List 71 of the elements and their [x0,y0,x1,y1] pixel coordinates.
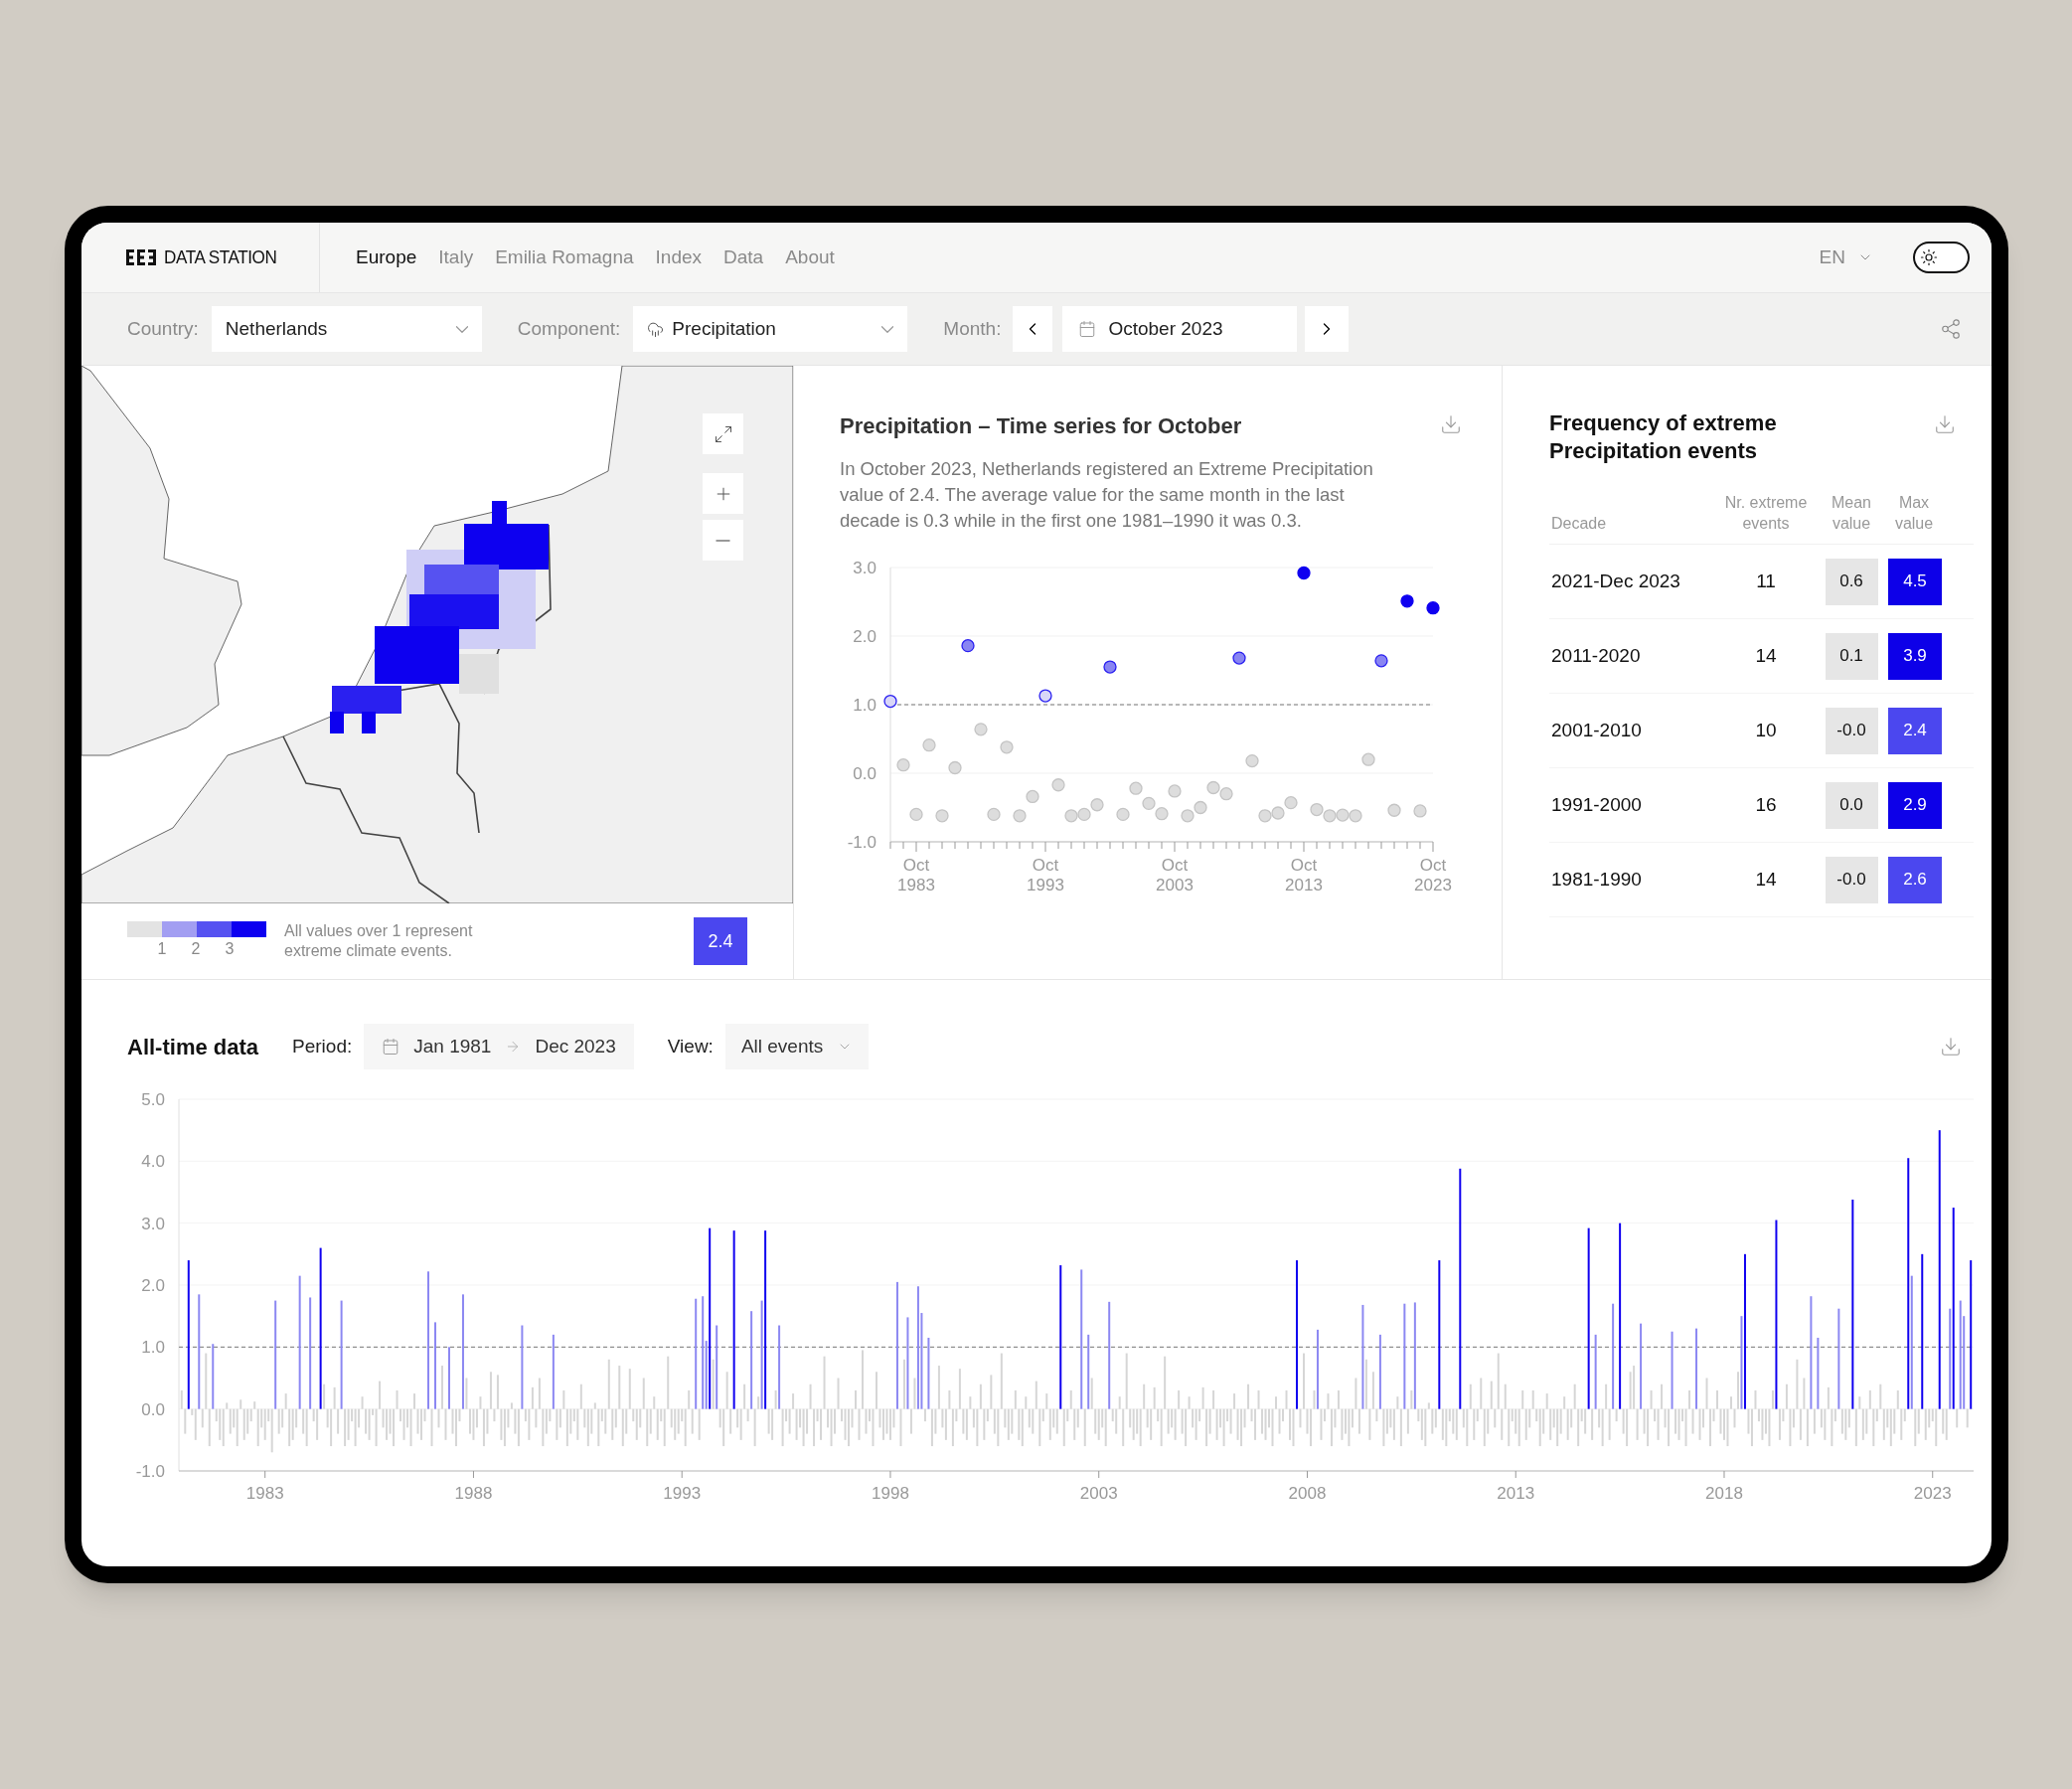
max-value-cell: 2.4 [1888,707,1942,754]
legend-scale-label: 3 [224,939,236,959]
legend-scale-label: 1 [156,939,168,959]
legend-note: All values over 1 represent extreme climate events. [284,921,474,961]
value-badge: 2.4 [694,917,747,965]
x-tick-label: 1993 [663,1484,702,1503]
x-tick-label: 2023 [1913,1484,1952,1503]
table-cell-text: 14 [1754,643,1778,668]
column-header: Nr. extreme events [1723,493,1809,534]
y-tick-label: 3.0 [141,1214,165,1233]
x-tick-label: 2003 [1079,1484,1118,1503]
max-value-cell: 3.9 [1888,632,1942,680]
component-select[interactable]: Precipitation [633,306,908,352]
y-tick-label: -1.0 [135,1462,165,1481]
table-cell-text: 1981-1990 [1550,867,1643,892]
nav-link[interactable]: Europe [356,243,417,272]
x-tick-label: Oct 2003 [1155,856,1195,895]
table-cell-text: 2011-2020 [1550,643,1642,668]
x-tick-label: 2013 [1497,1484,1535,1503]
y-tick-label: 1.0 [853,696,877,715]
x-tick-label: 1983 [245,1484,284,1503]
x-tick-label: Oct 2013 [1284,856,1324,895]
table-title: Frequency of extreme Precipitation events [1549,409,1778,465]
mean-value-cell: -0.0 [1825,856,1878,903]
table-cell-text: 2021-Dec 2023 [1550,569,1681,593]
component-label: Component: [517,316,621,341]
view-select[interactable]: All events [724,1024,870,1069]
column-header: Max value [1893,493,1935,534]
y-tick-label: 2.0 [853,627,877,646]
x-tick-label: 1988 [454,1484,493,1503]
country-select[interactable]: Netherlands [211,306,482,352]
country-label: Country: [127,316,199,341]
mean-value-cell: 0.1 [1825,632,1878,680]
y-tick-label: 3.0 [853,559,877,577]
max-value-cell: 2.6 [1888,856,1942,903]
y-tick-label: 2.0 [141,1276,165,1295]
x-tick-label: 2018 [1705,1484,1743,1503]
table-cell-text: 1991-2000 [1550,792,1643,817]
table-cell-text: 16 [1754,792,1778,817]
view-label: View: [667,1034,714,1058]
mean-value-cell: 0.6 [1825,558,1878,605]
chart-description: In October 2023, Netherlands registered an Extreme Precipitation value of 2.4. The average value for the same month in the last decade is 0.3 while in the first one 1981–1990 it was 0.3. [840,457,1374,533]
period-label: Period: [292,1034,353,1058]
mean-value-cell: -0.0 [1825,707,1878,754]
brand-name: DATA STATION [164,244,277,269]
table-cell-text: 14 [1754,867,1778,892]
y-tick-label: 5.0 [141,1090,165,1109]
period-picker[interactable]: Jan 1981 Dec 2023 [364,1024,634,1069]
y-tick-label: 1.0 [141,1338,165,1358]
y-tick-label: 0.0 [141,1399,165,1419]
column-header: Mean value [1831,493,1872,534]
month-label: Month: [943,316,1002,341]
max-value-cell: 4.5 [1888,558,1942,605]
chart-title: Precipitation – Time series for October [840,412,1242,440]
table-cell-text: 11 [1755,569,1777,593]
max-value-cell: 2.9 [1888,781,1942,829]
section-title: All-time data [127,1033,259,1061]
x-tick-label: 2008 [1288,1484,1327,1503]
y-tick-label: 4.0 [141,1152,165,1172]
y-tick-label: -1.0 [847,833,877,852]
y-tick-label: 0.0 [853,764,877,783]
x-tick-label: Oct 1983 [896,856,936,895]
x-tick-label: Oct 2023 [1413,856,1453,895]
x-tick-label: Oct 1993 [1026,856,1065,895]
month-picker[interactable]: October 2023 [1062,306,1298,352]
table-cell-text: 2001-2010 [1550,718,1643,742]
table-cell-text: 10 [1754,718,1778,742]
legend-scale-label: 2 [190,939,202,959]
mean-value-cell: 0.0 [1825,781,1878,829]
column-header: Decade [1550,514,1608,534]
x-tick-label: 1998 [872,1484,909,1503]
